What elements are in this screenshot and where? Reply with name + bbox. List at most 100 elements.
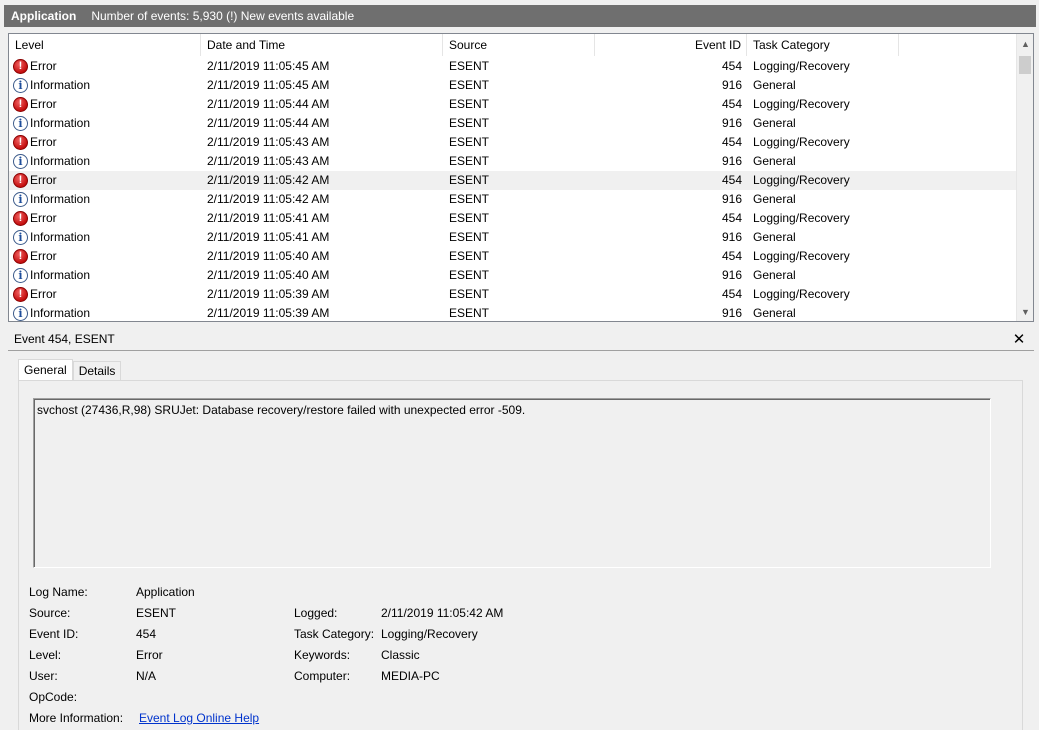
value-log-name: Application	[136, 585, 195, 599]
cell-date-time: 2/11/2019 11:05:44 AM	[207, 116, 330, 130]
column-header-level[interactable]: Level	[9, 34, 201, 56]
column-header-task-category[interactable]: Task Category	[747, 34, 899, 56]
table-row[interactable]: i Information 2/11/2019 11:05:40 AM ESENT 91…	[9, 266, 1017, 285]
level-text: Information	[30, 306, 91, 320]
cell-task-category: General	[753, 154, 796, 168]
table-row[interactable]: i Information 2/11/2019 11:05:45 AM ESENT 91…	[9, 76, 1017, 95]
error-icon: !	[13, 211, 28, 226]
cell-task-category: Logging/Recovery	[753, 287, 850, 301]
error-icon: !	[13, 97, 28, 112]
cell-source: ESENT	[449, 192, 490, 206]
cell-source: ESENT	[449, 230, 490, 244]
table-row[interactable]: ! Error 2/11/2019 11:05:42 AM ESENT 454 Loggi…	[9, 171, 1017, 190]
cell-task-category: General	[753, 230, 796, 244]
vertical-scrollbar[interactable]: ▲ ▼	[1016, 34, 1033, 321]
cell-source: ESENT	[449, 306, 490, 320]
label-source: Source:	[29, 606, 71, 620]
cell-level: ! Error	[9, 247, 201, 266]
level-text: Error	[30, 135, 57, 149]
table-row[interactable]: ! Error 2/11/2019 11:05:39 AM ESENT 454 Loggi…	[9, 285, 1017, 304]
cell-source: ESENT	[449, 116, 490, 130]
label-computer: Computer:	[294, 669, 351, 683]
general-tab-panel: svchost (27436,R,98) SRUJet: Database re…	[18, 380, 1023, 730]
cell-level: ! Error	[9, 171, 201, 190]
cell-source: ESENT	[449, 211, 490, 225]
scroll-down-icon[interactable]: ▼	[1017, 303, 1033, 320]
error-icon: !	[13, 173, 28, 188]
cell-task-category: Logging/Recovery	[753, 249, 850, 263]
cell-date-time: 2/11/2019 11:05:42 AM	[207, 173, 330, 187]
cell-event-id: 916	[721, 268, 742, 282]
level-text: Information	[30, 268, 91, 282]
cell-date-time: 2/11/2019 11:05:45 AM	[207, 59, 330, 73]
cell-event-id: 916	[721, 306, 742, 320]
cell-date-time: 2/11/2019 11:05:43 AM	[207, 154, 330, 168]
cell-event-id: 454	[721, 97, 742, 111]
table-row[interactable]: ! Error 2/11/2019 11:05:45 AM ESENT 454 Loggi…	[9, 57, 1017, 76]
cell-event-id: 916	[721, 230, 742, 244]
level-text: Information	[30, 230, 91, 244]
table-row[interactable]: i Information 2/11/2019 11:05:43 AM ESENT 91…	[9, 152, 1017, 171]
cell-source: ESENT	[449, 249, 490, 263]
cell-source: ESENT	[449, 287, 490, 301]
cell-source: ESENT	[449, 78, 490, 92]
close-icon[interactable]: ✕	[1010, 330, 1028, 348]
cell-level: ! Error	[9, 209, 201, 228]
scroll-thumb[interactable]	[1019, 56, 1031, 74]
event-detail-header: Event 454, ESENT ✕	[8, 328, 1034, 351]
cell-event-id: 454	[721, 249, 742, 263]
value-logged: 2/11/2019 11:05:42 AM	[381, 606, 504, 620]
cell-source: ESENT	[449, 135, 490, 149]
level-text: Error	[30, 59, 57, 73]
table-row[interactable]: ! Error 2/11/2019 11:05:44 AM ESENT 454 Loggi…	[9, 95, 1017, 114]
column-header-event-id[interactable]: Event ID	[595, 34, 747, 56]
cell-event-id: 916	[721, 78, 742, 92]
cell-task-category: Logging/Recovery	[753, 97, 850, 111]
cell-level: ! Error	[9, 95, 201, 114]
event-log-online-help-link[interactable]: Event Log Online Help	[139, 711, 259, 725]
column-header-date[interactable]: Date and Time	[201, 34, 443, 56]
cell-source: ESENT	[449, 59, 490, 73]
cell-task-category: Logging/Recovery	[753, 59, 850, 73]
cell-level: i Information	[9, 152, 201, 171]
events-grid[interactable]: Level Date and Time Source Event ID Task…	[8, 33, 1034, 322]
information-icon: i	[13, 78, 28, 93]
information-icon: i	[13, 306, 28, 321]
scroll-up-icon[interactable]: ▲	[1017, 35, 1033, 52]
column-header-source[interactable]: Source	[443, 34, 595, 56]
value-keywords: Classic	[381, 648, 420, 662]
cell-level: i Information	[9, 304, 201, 321]
table-row[interactable]: i Information 2/11/2019 11:05:44 AM ESENT 91…	[9, 114, 1017, 133]
tab-details[interactable]: Details	[72, 361, 122, 381]
information-icon: i	[13, 230, 28, 245]
event-detail-title: Event 454, ESENT	[14, 332, 115, 346]
error-icon: !	[13, 249, 28, 264]
cell-source: ESENT	[449, 97, 490, 111]
table-row[interactable]: i Information 2/11/2019 11:05:41 AM ESENT 91…	[9, 228, 1017, 247]
information-icon: i	[13, 268, 28, 283]
level-text: Error	[30, 211, 57, 225]
cell-source: ESENT	[449, 154, 490, 168]
cell-date-time: 2/11/2019 11:05:45 AM	[207, 78, 330, 92]
value-computer: MEDIA-PC	[381, 669, 440, 683]
label-user: User:	[29, 669, 58, 683]
table-row[interactable]: i Information 2/11/2019 11:05:39 AM ESENT 91…	[9, 304, 1017, 321]
information-icon: i	[13, 116, 28, 131]
cell-event-id: 454	[721, 135, 742, 149]
tab-general[interactable]: General	[18, 359, 73, 381]
label-more-information: More Information:	[29, 711, 124, 725]
table-row[interactable]: ! Error 2/11/2019 11:05:43 AM ESENT 454 Loggi…	[9, 133, 1017, 152]
table-row[interactable]: ! Error 2/11/2019 11:05:41 AM ESENT 454 Loggi…	[9, 209, 1017, 228]
error-icon: !	[13, 135, 28, 150]
cell-task-category: General	[753, 268, 796, 282]
cell-level: ! Error	[9, 285, 201, 304]
table-row[interactable]: i Information 2/11/2019 11:05:42 AM ESENT 91…	[9, 190, 1017, 209]
cell-source: ESENT	[449, 173, 490, 187]
cell-task-category: General	[753, 78, 796, 92]
value-source: ESENT	[136, 606, 177, 620]
label-logged: Logged:	[294, 606, 338, 620]
level-text: Error	[30, 173, 57, 187]
table-row[interactable]: ! Error 2/11/2019 11:05:40 AM ESENT 454 Loggi…	[9, 247, 1017, 266]
event-description[interactable]: svchost (27436,R,98) SRUJet: Database re…	[33, 398, 991, 568]
label-opcode: OpCode:	[29, 690, 78, 704]
